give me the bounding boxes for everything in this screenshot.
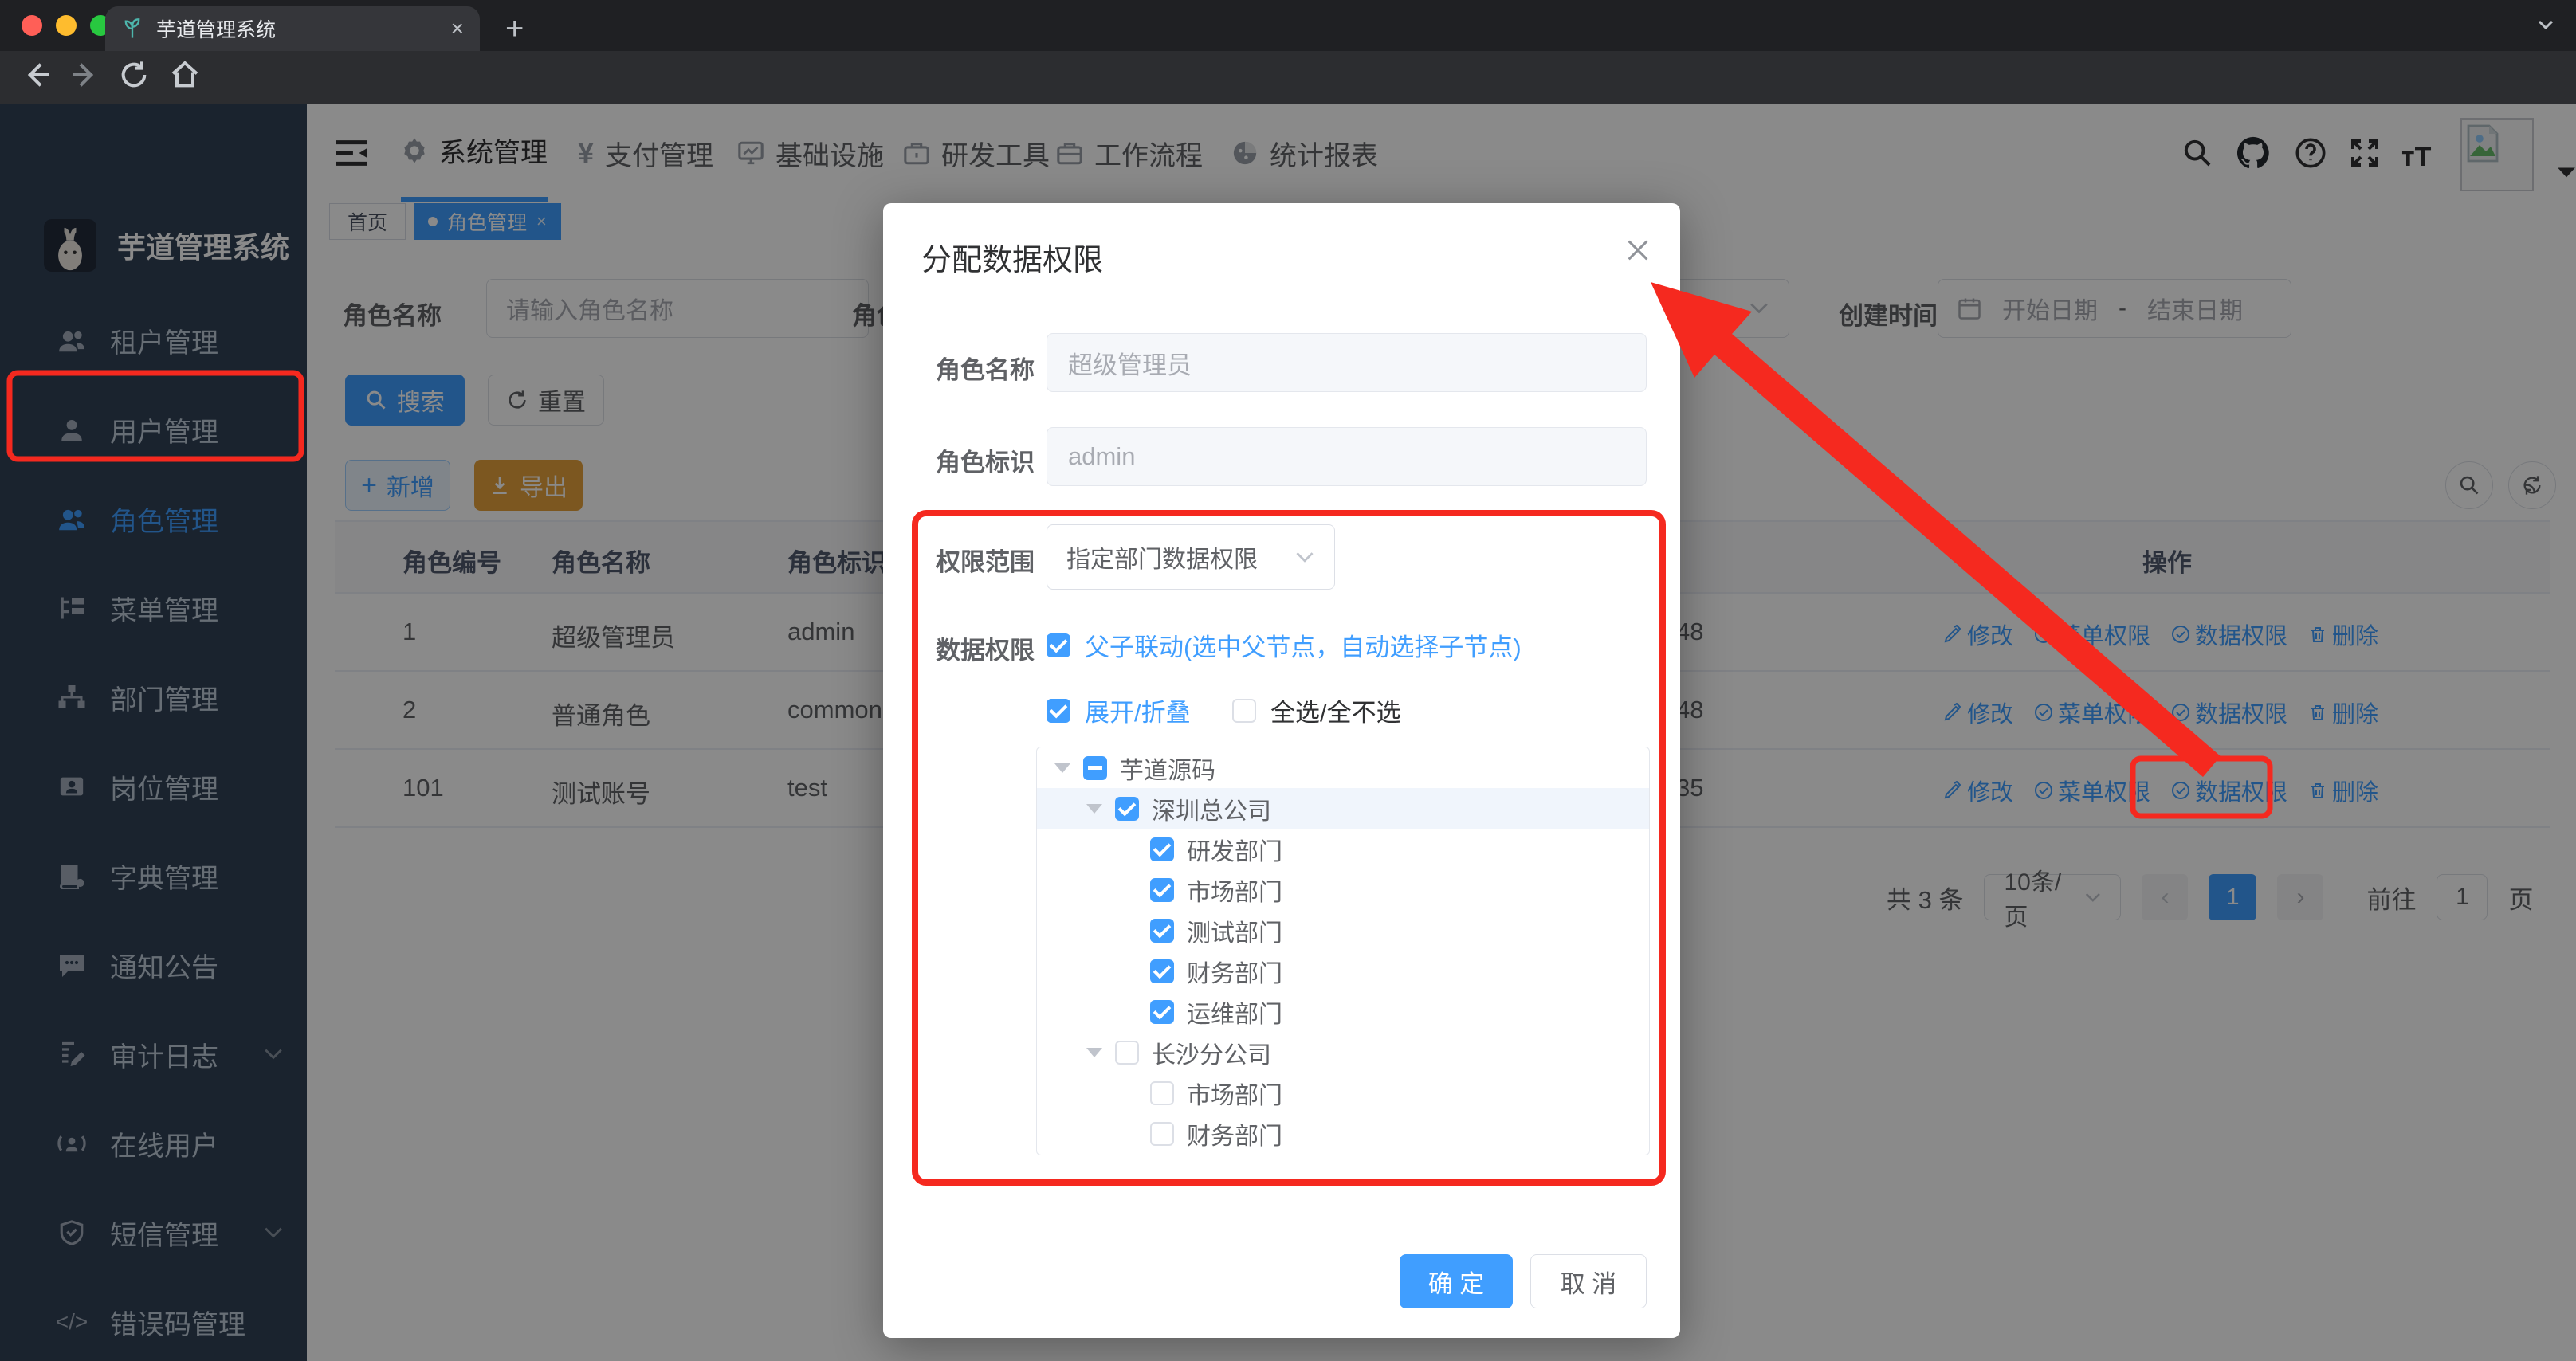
tree-node-dept[interactable]: 市场部门 xyxy=(1037,1073,1649,1113)
tree-node-company[interactable]: 深圳总公司 xyxy=(1037,788,1649,829)
checkbox-checked-icon[interactable] xyxy=(1150,959,1174,983)
tree-node-label: 研发部门 xyxy=(1187,838,1282,865)
tree-node-label: 市场部门 xyxy=(1187,879,1282,906)
checkbox-checked-icon xyxy=(1046,698,1070,723)
cancel-button[interactable]: 取 消 xyxy=(1530,1254,1647,1308)
tab-title: 芋道管理系统 xyxy=(156,19,277,41)
caret-down-icon[interactable] xyxy=(1086,1047,1102,1057)
option-label: 展开/折叠 xyxy=(1085,699,1191,727)
checkbox-checked-icon[interactable] xyxy=(1150,837,1174,861)
tree-node-branch[interactable]: 长沙分公司 xyxy=(1037,1032,1649,1073)
tree-node-label: 运维部门 xyxy=(1187,1001,1282,1028)
link-parent-child-checkbox[interactable]: 父子联动(选中父节点，自动选择子节点) xyxy=(1046,627,1522,663)
value: 超级管理员 xyxy=(1068,351,1192,379)
scope-value: 指定部门数据权限 xyxy=(1066,547,1258,573)
role-key-disabled-input: admin xyxy=(1046,427,1647,486)
tree-node-label: 财务部门 xyxy=(1187,1123,1282,1150)
tree-node-dept[interactable]: 研发部门 xyxy=(1037,829,1649,869)
tree-node-dept[interactable]: 运维部门 xyxy=(1037,991,1649,1032)
tree-node-dept[interactable]: 测试部门 xyxy=(1037,910,1649,951)
chevron-down-icon xyxy=(1296,551,1314,563)
tab-list-caret-icon[interactable] xyxy=(2536,18,2555,32)
expand-collapse-checkbox[interactable]: 展开/折叠 xyxy=(1046,692,1191,728)
caret-down-icon[interactable] xyxy=(1054,763,1070,773)
value: admin xyxy=(1068,442,1136,470)
screen: 芋道管理系统 × + 不安全 dashboard.yudao.iocoder.c… xyxy=(0,0,2576,1361)
back-icon[interactable] xyxy=(21,59,53,91)
tree-node-dept[interactable]: 市场部门 xyxy=(1037,869,1649,910)
forward-icon[interactable] xyxy=(69,59,100,91)
tree-node-root[interactable]: 芋道源码 xyxy=(1037,747,1649,788)
checkbox-checked-icon[interactable] xyxy=(1150,999,1174,1024)
role-key-label: 角色标识 xyxy=(936,449,1035,477)
tree-node-label: 测试部门 xyxy=(1187,920,1282,947)
role-name-disabled-input: 超级管理员 xyxy=(1046,333,1647,392)
tree-node-dept[interactable]: 财务部门 xyxy=(1037,1113,1649,1154)
select-all-checkbox[interactable]: 全选/全不选 xyxy=(1232,692,1401,728)
new-tab-button[interactable]: + xyxy=(505,11,524,47)
reload-icon[interactable] xyxy=(118,59,150,91)
tree-node-label: 深圳总公司 xyxy=(1152,798,1271,825)
browser-tabstrip: 芋道管理系统 × + xyxy=(0,0,2576,51)
tree-node-label: 市场部门 xyxy=(1187,1082,1282,1109)
browser-tab[interactable]: 芋道管理系统 × xyxy=(105,6,480,51)
checkbox-unchecked-icon[interactable] xyxy=(1150,1121,1174,1146)
option-label: 全选/全不选 xyxy=(1270,699,1401,727)
checkbox-indeterminate-icon[interactable] xyxy=(1083,755,1107,780)
assign-data-permission-dialog: 分配数据权限 角色名称 超级管理员 角色标识 admin 权限范围 指定部门数据… xyxy=(883,203,1680,1338)
confirm-button[interactable]: 确 定 xyxy=(1400,1254,1513,1308)
data-perm-label: 数据权限 xyxy=(936,637,1035,665)
tree-node-label: 财务部门 xyxy=(1187,960,1282,987)
option-label: 父子联动(选中父节点，自动选择子节点) xyxy=(1085,633,1522,661)
tree-node-label: 芋道源码 xyxy=(1120,757,1215,784)
dialog-close-icon[interactable] xyxy=(1624,237,1651,264)
checkbox-unchecked-icon xyxy=(1232,698,1256,723)
home-icon[interactable] xyxy=(169,59,201,91)
favicon-sprout-icon xyxy=(121,18,143,40)
tree-node-dept[interactable]: 财务部门 xyxy=(1037,951,1649,991)
dialog-title: 分配数据权限 xyxy=(921,244,1104,277)
checkbox-checked-icon xyxy=(1046,633,1070,657)
scope-select[interactable]: 指定部门数据权限 xyxy=(1046,524,1335,590)
scope-label: 权限范围 xyxy=(936,548,1035,576)
dept-tree: 芋道源码 深圳总公司 研发部门 市场部门 测试部门 财务部门 运维部门 长沙分公… xyxy=(1036,747,1650,1155)
browser-toolbar: 不安全 dashboard.yudao.iocoder.cn/system/ro… xyxy=(0,51,2576,156)
checkbox-checked-icon[interactable] xyxy=(1115,796,1139,821)
tree-node-label: 长沙分公司 xyxy=(1152,1041,1271,1069)
window-minimize-button[interactable] xyxy=(56,15,77,36)
checkbox-checked-icon[interactable] xyxy=(1150,918,1174,943)
checkbox-unchecked-icon[interactable] xyxy=(1150,1081,1174,1105)
caret-down-icon[interactable] xyxy=(1086,803,1102,814)
tab-close-icon[interactable]: × xyxy=(451,16,464,41)
role-name-label: 角色名称 xyxy=(936,356,1035,384)
checkbox-checked-icon[interactable] xyxy=(1150,877,1174,902)
checkbox-unchecked-icon[interactable] xyxy=(1115,1040,1139,1065)
window-close-button[interactable] xyxy=(22,15,42,36)
